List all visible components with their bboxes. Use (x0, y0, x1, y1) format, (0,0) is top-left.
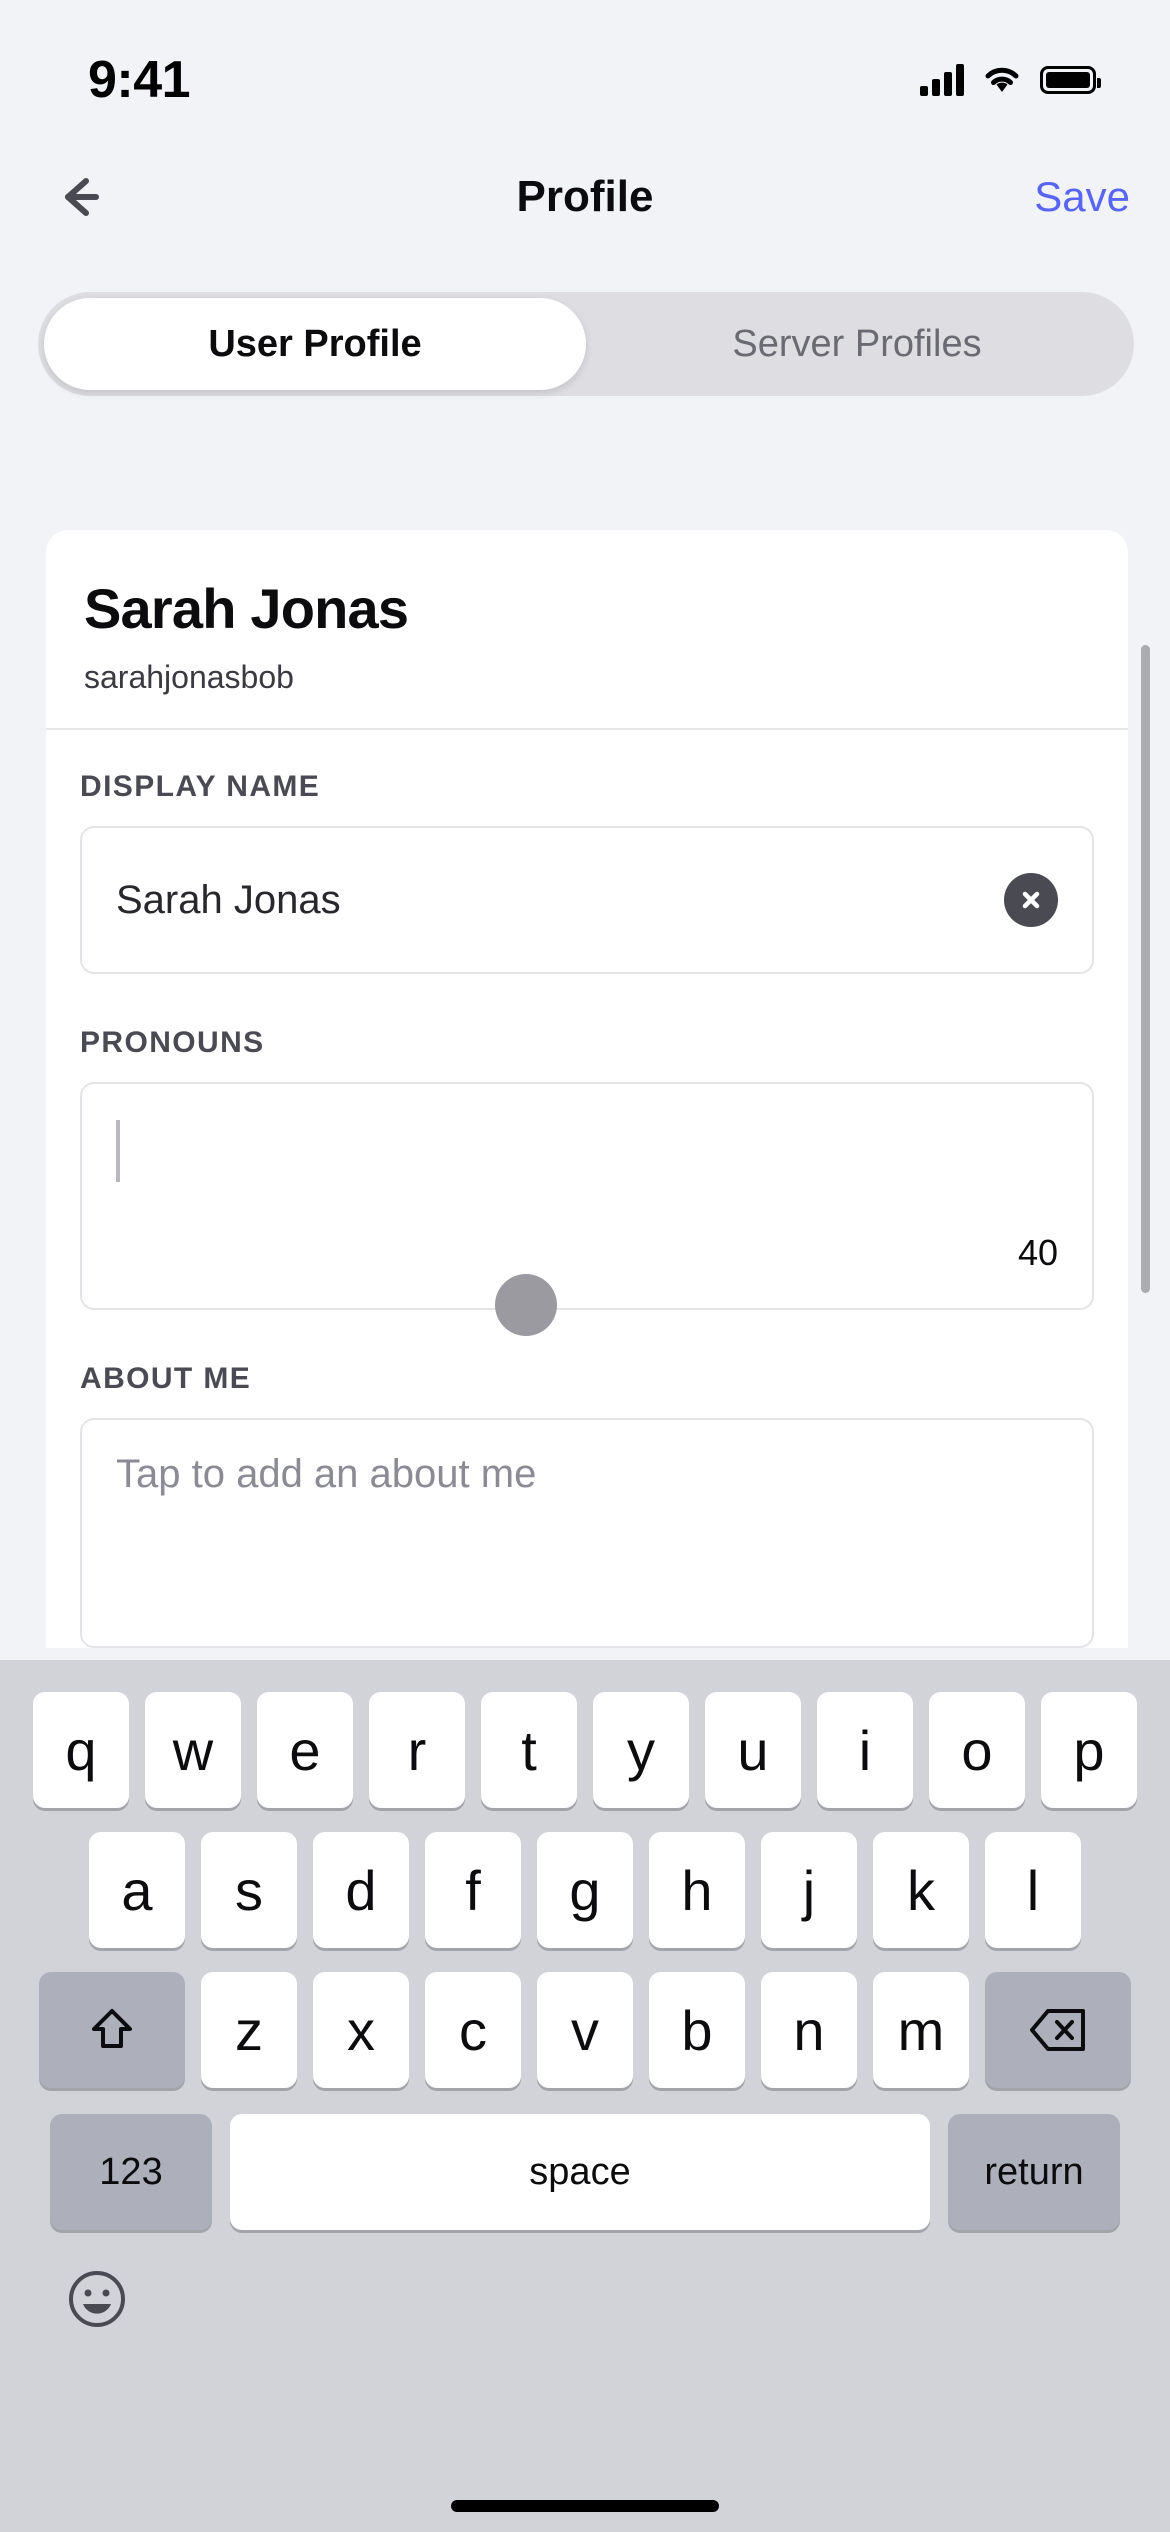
phone-screen: 9:41 Profile Save User Profile Server Pr… (0, 0, 1170, 2532)
keyboard-row-1: qwertyuiop (0, 1660, 1170, 1808)
vertical-scrollbar[interactable] (1141, 645, 1150, 1293)
key-i[interactable]: i (817, 1692, 913, 1808)
about-me-input[interactable]: Tap to add an about me (80, 1418, 1094, 1648)
key-d[interactable]: d (313, 1832, 409, 1948)
page-title: Profile (516, 172, 654, 221)
display-name-label: DISPLAY NAME (80, 770, 321, 803)
pronouns-label: PRONOUNS (80, 1026, 265, 1059)
key-u[interactable]: u (705, 1692, 801, 1808)
keyboard-row-4: 123 space return (0, 2088, 1170, 2230)
key-x[interactable]: x (313, 1972, 409, 2088)
key-g[interactable]: g (537, 1832, 633, 1948)
key-p[interactable]: p (1041, 1692, 1137, 1808)
key-v[interactable]: v (537, 1972, 633, 2088)
on-screen-keyboard: qwertyuiop asdfghjkl zxcvbnm 123 space r… (0, 1660, 1170, 2532)
key-q[interactable]: q (33, 1692, 129, 1808)
about-me-placeholder: Tap to add an about me (116, 1452, 537, 1496)
shift-key[interactable] (39, 1972, 185, 2088)
profile-header: Sarah Jonas sarahjonasbob (46, 530, 1128, 728)
close-circle-icon[interactable] (1004, 873, 1058, 927)
backspace-delete-icon (1030, 2009, 1085, 2051)
status-indicators (920, 64, 1101, 96)
pronouns-char-counter: 40 (1017, 1232, 1058, 1273)
tab-user-profile[interactable]: User Profile (44, 298, 586, 390)
key-m[interactable]: m (873, 1972, 969, 2088)
pronouns-group: PRONOUNS 40 (80, 1026, 1094, 1336)
key-w[interactable]: w (145, 1692, 241, 1808)
key-j[interactable]: j (761, 1832, 857, 1948)
touch-indicator (495, 1274, 557, 1336)
key-s[interactable]: s (201, 1832, 297, 1948)
key-z[interactable]: z (201, 1972, 297, 2088)
key-k[interactable]: k (873, 1832, 969, 1948)
home-indicator (451, 2500, 719, 2512)
wifi-icon (982, 65, 1022, 95)
pronouns-input[interactable]: 40 (80, 1082, 1094, 1336)
keyboard-bottom-bar (0, 2230, 1170, 2330)
key-a[interactable]: a (89, 1832, 185, 1948)
key-c[interactable]: c (425, 1972, 521, 2088)
key-y[interactable]: y (593, 1692, 689, 1808)
status-time: 9:41 (88, 51, 191, 109)
key-l[interactable]: l (985, 1832, 1081, 1948)
key-n[interactable]: n (761, 1972, 857, 2088)
display-name-input[interactable]: Sarah Jonas (80, 826, 1094, 974)
profile-card: Sarah Jonas sarahjonasbob DISPLAY NAME S… (46, 530, 1128, 1648)
keyboard-row-3: zxcvbnm (0, 1948, 1170, 2088)
profile-form: DISPLAY NAME Sarah Jonas PRONOUNS 40 ABO… (46, 730, 1128, 1648)
backspace-key[interactable] (985, 1972, 1131, 2088)
back-button[interactable] (40, 155, 124, 239)
battery-full-icon (1040, 66, 1101, 94)
key-r[interactable]: r (369, 1692, 465, 1808)
shift-up-arrow-icon (92, 2009, 132, 2048)
emoji-key[interactable] (66, 2268, 128, 2330)
display-name-value: Sarah Jonas (116, 877, 341, 922)
status-bar: 9:41 (0, 0, 1170, 142)
about-me-label: ABOUT ME (80, 1362, 252, 1395)
text-caret (116, 1120, 120, 1182)
key-t[interactable]: t (481, 1692, 577, 1808)
return-key[interactable]: return (948, 2114, 1120, 2230)
numbers-key[interactable]: 123 (50, 2114, 212, 2230)
display-name-group: DISPLAY NAME Sarah Jonas (80, 770, 1094, 974)
about-me-group: ABOUT ME Tap to add an about me (80, 1362, 1094, 1648)
space-key[interactable]: space (230, 2114, 930, 2230)
key-e[interactable]: e (257, 1692, 353, 1808)
nav-bar: Profile Save (0, 142, 1170, 252)
signal-bars-icon (920, 64, 964, 96)
tab-server-profiles[interactable]: Server Profiles (586, 298, 1128, 390)
profile-username: sarahjonasbob (84, 659, 294, 695)
save-button[interactable]: Save (1034, 173, 1130, 221)
key-b[interactable]: b (649, 1972, 745, 2088)
profile-display-name: Sarah Jonas (84, 577, 409, 640)
profile-tab-switcher: User Profile Server Profiles (38, 292, 1134, 396)
keyboard-row-2: asdfghjkl (0, 1808, 1170, 1948)
key-f[interactable]: f (425, 1832, 521, 1948)
emoji-smiley-icon (69, 2271, 125, 2327)
arrow-left-icon (65, 178, 99, 216)
key-o[interactable]: o (929, 1692, 1025, 1808)
keyboard-letters-row-3: zxcvbnm (201, 1972, 969, 2088)
key-h[interactable]: h (649, 1832, 745, 1948)
